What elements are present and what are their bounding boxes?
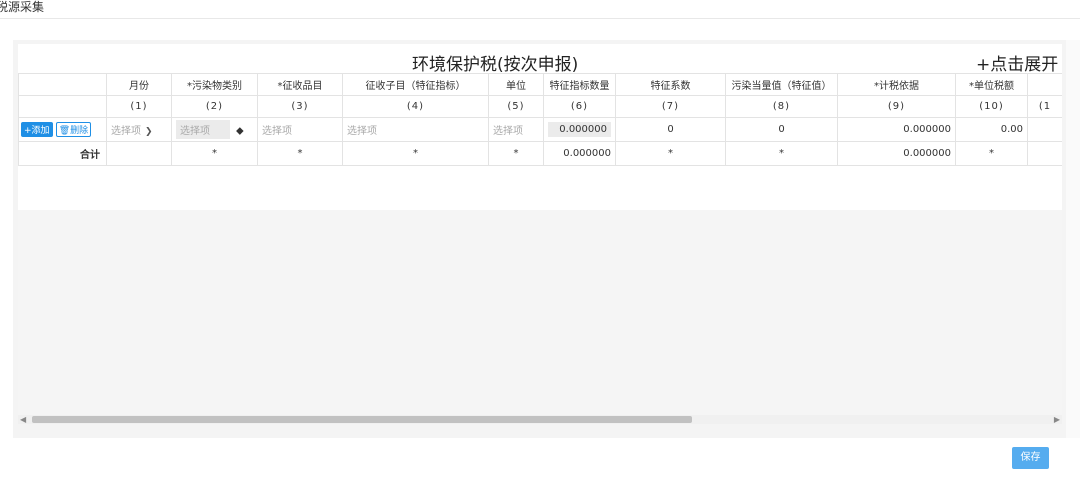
expand-button[interactable]: +点击展开 xyxy=(976,50,1058,75)
arrow-right-icon[interactable]: ▶ xyxy=(1054,415,1060,424)
header-cell xyxy=(1027,73,1062,96)
quantity-field[interactable]: 0.000000 xyxy=(543,117,616,142)
trash-icon: 🗑 xyxy=(58,126,71,136)
scrollbar-thumb[interactable] xyxy=(32,416,692,423)
grid-sheet: 环境保护税(按次申报) +点击展开 月份 *污染物类别 *征收品目 征收子目（特… xyxy=(18,44,1062,210)
column-number: (8) xyxy=(725,95,838,118)
add-row-button[interactable]: +添加 xyxy=(21,122,53,137)
pollutant-placeholder: 选择项 xyxy=(176,120,230,139)
quantity-value: 0.000000 xyxy=(548,122,611,137)
column-number: (9) xyxy=(837,95,956,118)
side-gutter xyxy=(1066,40,1080,438)
delete-row-button[interactable]: 🗑删除 xyxy=(55,122,92,137)
header-row: 月份 *污染物类别 *征收品目 征收子目（特征指标） 单位 特征指标数量 特征系… xyxy=(18,73,1062,96)
total-cell: * xyxy=(615,141,726,166)
chevron-down-icon: ❯ xyxy=(145,127,153,137)
header-cell xyxy=(18,73,107,96)
save-button[interactable]: 保存 xyxy=(1012,447,1049,469)
levy-item-placeholder: 选择项 xyxy=(262,126,292,137)
total-cell xyxy=(1027,141,1062,166)
header-coefficient: 特征系数 xyxy=(615,73,726,96)
content-panel: 环境保护税(按次申报) +点击展开 月份 *污染物类别 *征收品目 征收子目（特… xyxy=(13,40,1066,438)
total-quantity: 0.000000 xyxy=(543,141,616,166)
header-pollutant-type: *污染物类别 xyxy=(171,73,258,96)
header-month: 月份 xyxy=(106,73,172,96)
total-cell: * xyxy=(257,141,343,166)
page-title: 税源采集 xyxy=(0,0,45,14)
tax-basis-field[interactable]: 0.000000 xyxy=(837,117,956,142)
column-number: (2) xyxy=(171,95,258,118)
arrow-left-icon[interactable]: ◀ xyxy=(20,415,26,424)
row-actions-cell: +添加 🗑删除 xyxy=(18,117,107,142)
total-row: 合计 * * * * 0.000000 * * 0.000000 * xyxy=(18,141,1062,166)
column-number: (1 xyxy=(1027,95,1062,118)
header-unit-tax: *单位税额 xyxy=(955,73,1028,96)
grid-title: 环境保护税(按次申报) xyxy=(412,55,579,75)
column-number: (4) xyxy=(342,95,489,118)
unit-tax-field[interactable]: 0.00 xyxy=(955,117,1028,142)
total-cell: * xyxy=(171,141,258,166)
horizontal-scrollbar[interactable]: ◀ ▶ xyxy=(18,415,1062,424)
overflow-cell xyxy=(1027,117,1062,142)
top-bar: 税源采集 xyxy=(0,0,1080,19)
unit-select[interactable]: 选择项 xyxy=(488,117,544,142)
levy-item-select[interactable]: 选择项 xyxy=(257,117,343,142)
column-number: (6) xyxy=(543,95,616,118)
column-number xyxy=(18,95,107,118)
month-select[interactable]: 选择项 ❯ xyxy=(106,117,172,142)
header-levy-subitem: 征收子目（特征指标） xyxy=(342,73,489,96)
coefficient-field[interactable]: 0 xyxy=(615,117,726,142)
input-row: +添加 🗑删除 选择项 ❯ 选择项 ⬥ 选择项 选择项 选择项 0.000000… xyxy=(18,117,1062,142)
header-levy-item: *征收品目 xyxy=(257,73,343,96)
unit-placeholder: 选择项 xyxy=(493,126,523,137)
column-number: (5) xyxy=(488,95,544,118)
column-number: (10) xyxy=(955,95,1028,118)
total-cell: * xyxy=(488,141,544,166)
header-indicator-quantity: 特征指标数量 xyxy=(543,73,616,96)
upload-icon[interactable]: ⬥ xyxy=(236,124,244,137)
header-unit: 单位 xyxy=(488,73,544,96)
data-table: 月份 *污染物类别 *征收品目 征收子目（特征指标） 单位 特征指标数量 特征系… xyxy=(18,73,1062,166)
pollutant-select[interactable]: 选择项 ⬥ xyxy=(171,117,258,142)
column-number-row: (1) (2) (3) (4) (5) (6) (7) (8) (9) (10)… xyxy=(18,95,1062,118)
tax-grid: 环境保护税(按次申报) +点击展开 月份 *污染物类别 *征收品目 征收子目（特… xyxy=(18,44,1062,424)
total-cell: * xyxy=(725,141,838,166)
column-number: (3) xyxy=(257,95,343,118)
total-label: 合计 xyxy=(18,141,107,166)
total-cell: * xyxy=(342,141,489,166)
total-cell: * xyxy=(955,141,1028,166)
header-equivalent-value: 污染当量值（特征值） xyxy=(725,73,838,96)
levy-subitem-placeholder: 选择项 xyxy=(347,126,377,137)
total-cell xyxy=(106,141,172,166)
column-number: (7) xyxy=(615,95,726,118)
month-placeholder: 选择项 xyxy=(111,126,141,137)
levy-subitem-select[interactable]: 选择项 xyxy=(342,117,489,142)
header-tax-basis: *计税依据 xyxy=(837,73,956,96)
column-number: (1) xyxy=(106,95,172,118)
delete-label: 删除 xyxy=(70,126,89,136)
total-tax-basis: 0.000000 xyxy=(837,141,956,166)
equivalent-field[interactable]: 0 xyxy=(725,117,838,142)
